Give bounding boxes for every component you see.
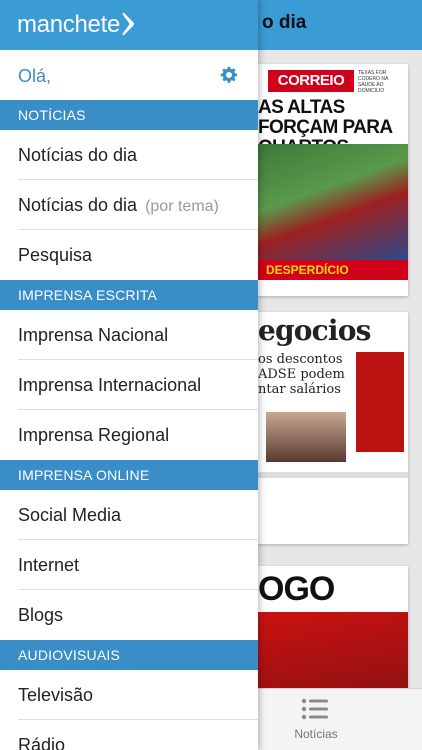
menu-item-imprensa-nacional[interactable]: Imprensa Nacional [0, 310, 258, 360]
cover-side-text: TEXAS FOR CODERO NA SAUDE AO DOMICILIO [358, 70, 389, 94]
cover-divider [258, 472, 408, 478]
menu-item-label: Imprensa Internacional [18, 375, 202, 395]
menu-item-label: Notícias do dia [18, 145, 138, 165]
menu-item-social-media[interactable]: Social Media [0, 490, 258, 540]
greeting-row: Olá, [0, 50, 258, 100]
menu-item-imprensa-internacional[interactable]: Imprensa Internacional [0, 360, 258, 410]
section-header-audiovisuais: AUDIOVISUAIS [0, 640, 258, 670]
section-header-imprensa-escrita: IMPRENSA ESCRITA [0, 280, 258, 310]
cover-photo [258, 612, 408, 688]
cover-headline: os descontos ADSE podem ntar salários [258, 352, 345, 397]
brand-logo-text: manchete [17, 11, 120, 38]
menu-item-label: Imprensa Nacional [18, 325, 169, 345]
tab-label: Notícias [294, 727, 338, 741]
background-title: o dia [262, 12, 307, 33]
menu-item-noticias-do-dia[interactable]: Notícias do dia [0, 130, 258, 180]
menu-item-label: Notícias do dia [18, 195, 138, 215]
newspaper-cover-list[interactable]: CORREIO TEXAS FOR CODERO NA SAUDE AO DOM… [258, 50, 422, 688]
cover-photo [266, 412, 346, 462]
menu-item-blogs[interactable]: Blogs [0, 590, 258, 640]
menu-item-label: Internet [18, 555, 80, 575]
list-icon [301, 698, 328, 720]
menu-item-sublabel: (por tema) [145, 198, 219, 215]
cover-masthead: egocios [258, 314, 371, 347]
manchete-chevron-icon [122, 12, 134, 36]
newspaper-cover[interactable]: egocios os descontos ADSE podem ntar sal… [258, 312, 408, 544]
cover-strip: DESPERDÍCIO [258, 260, 408, 280]
tab-bar: Notícias [258, 688, 422, 750]
menu-item-label: Televisão [18, 685, 94, 705]
menu-item-imprensa-regional[interactable]: Imprensa Regional [0, 410, 258, 460]
menu-item-label: Blogs [18, 605, 64, 625]
gear-icon[interactable] [220, 66, 238, 84]
cover-masthead: CORREIO [268, 70, 354, 92]
cover-masthead: OGO [258, 570, 335, 608]
menu-item-label: Social Media [18, 505, 122, 525]
cover-sidebar-block [356, 352, 404, 452]
menu-item-label: Pesquisa [18, 245, 93, 265]
section-header-noticias: NOTÍCIAS [0, 100, 258, 130]
drawer-header: manchete [0, 0, 258, 50]
menu-item-internet[interactable]: Internet [0, 540, 258, 590]
menu-item-pesquisa[interactable]: Pesquisa [0, 230, 258, 280]
menu-item-label-wrap: Notícias do dia (por tema) [18, 195, 219, 216]
newspaper-cover[interactable]: OGO [258, 566, 408, 688]
menu-item-label: Imprensa Regional [18, 425, 170, 445]
cover-photo [258, 144, 408, 260]
menu-item-televisao[interactable]: Televisão [0, 670, 258, 720]
menu-item-radio[interactable]: Rádio [0, 720, 258, 750]
side-drawer: manchete Olá, NOTÍCIAS Notícias do dia N… [0, 0, 258, 750]
menu-item-noticias-por-tema[interactable]: Notícias do dia (por tema) [0, 180, 258, 230]
section-header-imprensa-online: IMPRENSA ONLINE [0, 460, 258, 490]
newspaper-cover[interactable]: CORREIO TEXAS FOR CODERO NA SAUDE AO DOM… [258, 64, 408, 296]
menu-item-label: Rádio [18, 735, 66, 750]
greeting-text: Olá, [18, 66, 52, 86]
